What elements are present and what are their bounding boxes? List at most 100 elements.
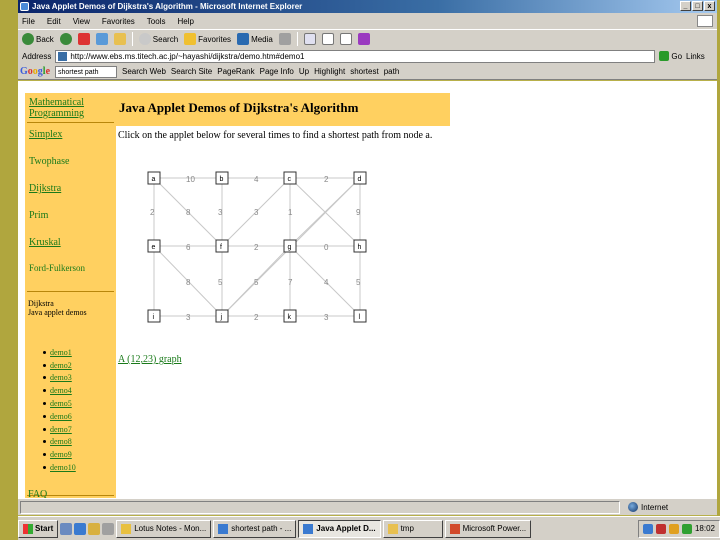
google-search-input[interactable]: shortest path (55, 65, 118, 78)
media-button[interactable]: Media (237, 33, 273, 45)
google-search-site-button[interactable]: Search Site (171, 67, 212, 76)
demo-link-8[interactable]: demo8 (50, 437, 72, 446)
print-icon[interactable] (321, 33, 334, 45)
tray-app-icon[interactable] (681, 523, 692, 534)
sidebar-link-kruskal[interactable]: Kruskal (29, 237, 61, 248)
network-icon[interactable] (642, 523, 653, 534)
menu-favorites[interactable]: Favorites (102, 17, 135, 26)
menu-help[interactable]: Help (177, 17, 193, 26)
demo-link-10[interactable]: demo10 (50, 463, 76, 472)
status-bar: Internet (18, 498, 717, 515)
google-logo[interactable]: Google (20, 66, 50, 77)
window-title: Java Applet Demos of Dijkstra's Algorith… (32, 2, 303, 11)
favorites-button[interactable]: Favorites (184, 33, 231, 45)
demo-link-7[interactable]: demo7 (50, 425, 72, 434)
quicklaunch-desktop-icon[interactable] (60, 522, 73, 535)
edit-icon[interactable] (339, 33, 352, 45)
quicklaunch-media-icon[interactable] (102, 522, 115, 535)
node-label: f (220, 244, 222, 251)
edge-weight-label: 2 (254, 243, 259, 252)
back-arrow-icon (22, 33, 34, 45)
google-pagerank-button[interactable]: PageRank (217, 67, 254, 76)
antivirus-icon[interactable] (655, 523, 666, 534)
mail-icon[interactable] (303, 33, 316, 45)
menu-view[interactable]: View (73, 17, 90, 26)
demo-link-4[interactable]: demo4 (50, 386, 72, 395)
stop-icon[interactable] (77, 33, 90, 45)
edge-weight-label: 7 (288, 278, 293, 287)
sidebar-link-twophase[interactable]: Twophase (29, 156, 69, 167)
sidebar-link-faq[interactable]: FAQ (28, 489, 47, 498)
menu-file[interactable]: File (22, 17, 35, 26)
sidebar-link-prim[interactable]: Prim (29, 210, 48, 221)
start-button[interactable]: Start (18, 519, 59, 538)
google-pageinfo-button[interactable]: Page Info (260, 67, 294, 76)
edge-weight-label: 10 (186, 175, 195, 184)
windows-logo-icon (697, 15, 713, 27)
go-button[interactable]: Go (659, 51, 682, 61)
list-item: demo10 (43, 461, 76, 474)
demo-link-6[interactable]: demo6 (50, 412, 72, 421)
sidebar-link-mathematical-programming[interactable]: Mathematical Programming (29, 97, 115, 119)
sidebar: Mathematical Programming Simplex Twophas… (25, 93, 116, 498)
task-label: Lotus Notes - Mon... (134, 524, 207, 533)
sidebar-link-ford-fulkerson[interactable]: Ford-Fulkerson (29, 263, 85, 273)
node-label: d (358, 176, 362, 183)
menu-tools[interactable]: Tools (147, 17, 166, 26)
google-up-button[interactable]: Up (299, 67, 309, 76)
maximize-button[interactable]: □ (692, 1, 703, 11)
search-button[interactable]: Search (138, 33, 179, 45)
graph-size-link[interactable]: A (12,23) graph (118, 354, 182, 365)
menu-edit[interactable]: Edit (47, 17, 61, 26)
demo-link-1[interactable]: demo1 (50, 348, 72, 357)
close-button[interactable]: x (704, 1, 715, 11)
demo-link-9[interactable]: demo9 (50, 450, 72, 459)
demo-link-2[interactable]: demo2 (50, 361, 72, 370)
list-item: demo2 (43, 359, 76, 372)
history-icon[interactable] (278, 33, 291, 45)
demo-link-5[interactable]: demo5 (50, 399, 72, 408)
demo-link-3[interactable]: demo3 (50, 373, 72, 382)
refresh-icon[interactable] (95, 33, 108, 45)
edge-weight-label: 2 (254, 313, 259, 322)
edge-weight-label: 9 (356, 208, 361, 217)
minimize-button[interactable]: _ (680, 1, 691, 11)
quicklaunch-ie-icon[interactable] (74, 522, 87, 535)
google-term-path[interactable]: path (384, 67, 400, 76)
quicklaunch-outlook-icon[interactable] (88, 522, 101, 535)
forward-arrow-icon[interactable] (59, 33, 72, 45)
bullet-icon (43, 414, 46, 418)
task-button-powerpoint[interactable]: Microsoft Power... (444, 519, 532, 538)
task-button-shortest-path[interactable]: shortest path - ... (213, 519, 297, 538)
address-input[interactable]: http://www.ebs.ms.titech.ac.jp/~hayashi/… (55, 49, 656, 63)
slide-background-left (0, 0, 18, 540)
google-term-shortest[interactable]: shortest (350, 67, 378, 76)
sidebar-link-simplex[interactable]: Simplex (29, 129, 62, 140)
sidebar-link-dijkstra[interactable]: Dijkstra (29, 183, 61, 194)
google-highlight-button[interactable]: Highlight (314, 67, 345, 76)
links-button[interactable]: Links (686, 52, 705, 61)
node-label: g (288, 244, 292, 251)
search-label: Search (152, 34, 179, 44)
task-button-tmp[interactable]: tmp (382, 519, 443, 538)
home-icon[interactable] (113, 33, 126, 45)
google-search-web-button[interactable]: Search Web (122, 67, 166, 76)
edge-weight-label: 0 (324, 243, 329, 252)
graph-node[interactable] (215, 239, 229, 253)
back-label: Back (36, 34, 54, 44)
list-item: demo6 (43, 410, 76, 423)
system-tray: 18:02 (637, 519, 720, 538)
list-item: demo7 (43, 423, 76, 436)
media-label: Media (251, 34, 273, 44)
list-item: demo5 (43, 397, 76, 410)
node-label: a (152, 176, 156, 183)
volume-icon[interactable] (668, 523, 679, 534)
zone-label: Internet (641, 502, 669, 512)
messenger-icon[interactable] (357, 33, 370, 45)
task-button-lotus-notes[interactable]: Lotus Notes - Mon... (116, 519, 212, 538)
task-button-java-applet[interactable]: Java Applet D... (298, 519, 381, 538)
go-label: Go (671, 51, 683, 61)
dijkstra-applet[interactable]: 10 4 2 2 8 3 3 1 9 6 2 0 8 5 5 7 4 5 3 2… (138, 166, 388, 326)
back-button[interactable]: Back (22, 33, 54, 45)
sidebar-divider (27, 291, 114, 292)
